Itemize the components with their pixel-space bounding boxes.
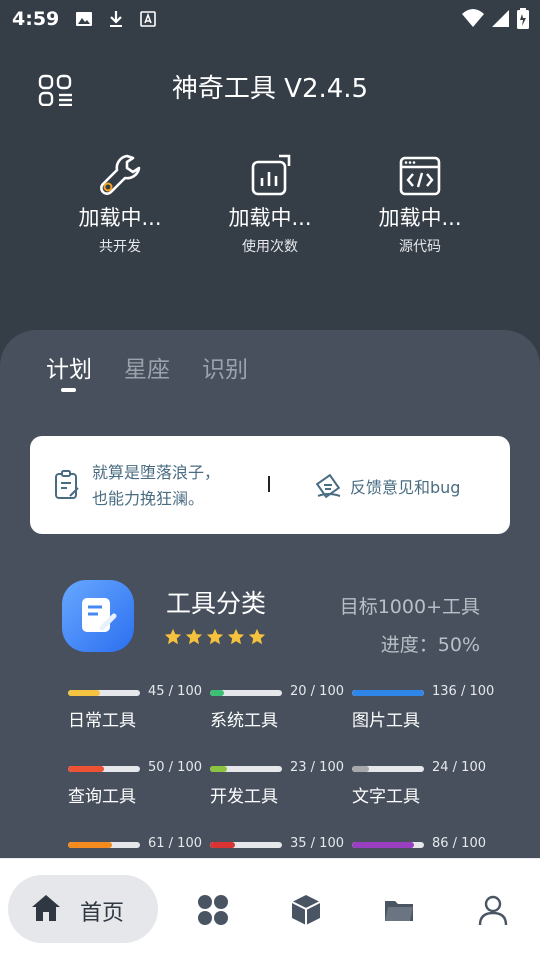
signal-icon [492,10,509,27]
download-icon [110,11,123,27]
tab-indicator [61,388,76,392]
tool-progress-fill [352,766,370,772]
stat-value: 加载中... [378,206,462,230]
quote-text: 就算是堕落浪子， 也能力挽狂澜。 [92,460,220,512]
code-icon [399,156,441,196]
category-title: 工具分类 [166,589,267,618]
stat-value: 加载中... [228,206,312,230]
star-icon [164,628,182,645]
nav-home[interactable]: 首页 [8,875,158,943]
font-icon [140,11,157,27]
tool-progress-bar [210,842,282,848]
stat-label: 源代码 [399,239,441,255]
tool-progress-fill [210,690,225,696]
quote-line: 也能力挽狂澜。 [92,489,205,508]
tool-count: 45 / 100 [148,684,202,699]
tool-progress-bar [352,766,424,772]
tool-count: 61 / 100 [148,836,202,851]
stat-label: 共开发 [99,239,141,255]
tool-name: 开发工具 [210,787,278,807]
tool-count: 35 / 100 [290,836,344,851]
wifi-icon [462,9,484,27]
bottom-nav: 首页 [0,858,540,960]
wrench-icon [100,154,141,195]
tool-progress-fill [68,690,101,696]
tool-progress-fill [210,842,236,848]
tool-progress-bar [68,690,140,696]
tool-progress-bar [68,766,140,772]
star-icon [206,628,224,645]
star-rating [164,628,266,646]
home-icon [32,895,60,921]
tool-count: 24 / 100 [432,760,486,775]
stat-developed[interactable]: 加载中... 共开发 [45,152,195,256]
tool-name: 图片工具 [352,711,420,731]
tool-progress-fill [68,766,104,772]
goal-text: 目标1000+工具 [339,596,480,618]
nav-home-label: 首页 [80,901,125,926]
tool-count: 136 / 100 [432,684,495,699]
tool-name: 查询工具 [68,787,136,807]
tool-count: 86 / 100 [432,836,486,851]
stat-usage[interactable]: 加载中... 使用次数 [195,152,345,256]
quote-line: 就算是堕落浪子， [92,463,221,482]
image-icon [76,12,93,26]
tool-progress-bar [210,690,282,696]
note-edit-icon [82,598,117,632]
clipboard-icon [55,470,79,499]
tool-progress-fill [210,766,227,772]
tool-progress-fill [352,690,424,696]
chart-icon [251,154,291,196]
tool-name: 系统工具 [210,711,278,731]
tool-count: 20 / 100 [290,684,344,699]
tab-recognize[interactable]: 识别 [202,350,248,384]
star-icon [227,628,245,645]
tool-progress-fill [68,842,112,848]
folder-icon[interactable] [382,893,416,927]
tool-progress-bar [210,766,282,772]
app-title: 神奇工具 V2.4.5 [171,74,369,104]
tool-count: 23 / 100 [290,760,344,775]
tool-count: 50 / 100 [148,760,202,775]
star-icon [248,628,266,645]
apps-icon[interactable] [196,893,230,927]
text-cursor [268,476,270,492]
feedback-icon[interactable] [314,472,342,500]
stat-value: 加载中... [78,206,162,230]
main-panel: 计划 星座 识别 就算是堕落浪子， 也能力挽狂澜。 反馈意见和bug 工具分类 … [0,330,540,890]
tab-plan[interactable]: 计划 [46,350,92,384]
stat-source[interactable]: 加载中... 源代码 [345,152,495,256]
category-icon [62,580,134,652]
feedback-link[interactable]: 反馈意见和bug [350,474,460,498]
tool-name: 文字工具 [352,787,420,807]
stat-label: 使用次数 [242,239,298,255]
tool-progress-fill [352,842,414,848]
tab-constellation[interactable]: 星座 [124,350,170,384]
cube-icon[interactable] [289,893,323,927]
quote-card: 就算是堕落浪子， 也能力挽狂澜。 反馈意见和bug [30,436,510,534]
progress-text: 进度：50% [380,634,480,656]
battery-icon [517,8,529,29]
tool-progress-bar [68,842,140,848]
tab-bar: 计划 星座 识别 [46,350,248,384]
tool-progress-bar [352,842,424,848]
user-icon[interactable] [476,893,510,927]
status-bar: 4:59 [0,0,540,38]
tool-name: 日常工具 [68,711,136,731]
tool-progress-bar [352,690,424,696]
status-time: 4:59 [12,8,60,30]
app-header: 神奇工具 V2.4.5 [0,58,540,114]
star-icon [185,628,203,645]
